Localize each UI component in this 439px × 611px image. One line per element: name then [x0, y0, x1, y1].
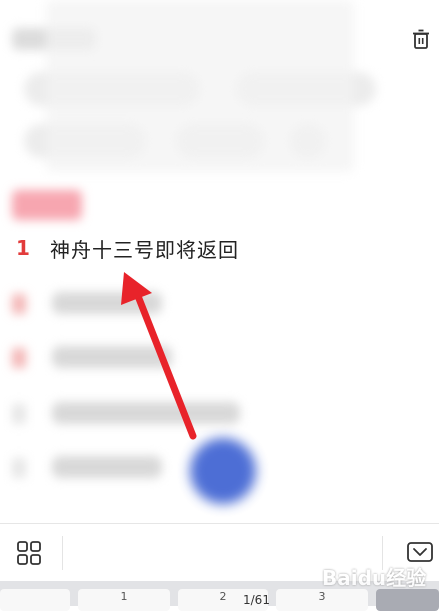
- hot-list-tag: [12, 190, 82, 220]
- watermark-logo: Baidu经验: [322, 566, 427, 590]
- trending-rank: 1: [16, 236, 30, 260]
- trending-title-placeholder: [52, 456, 162, 478]
- key-4[interactable]: 3: [276, 589, 368, 611]
- trending-rank-placeholder: [12, 294, 26, 314]
- trending-title-placeholder: [52, 292, 162, 314]
- trending-item[interactable]: [12, 286, 272, 320]
- trending-title-placeholder: [52, 402, 240, 424]
- trending-rank-placeholder: [12, 458, 26, 478]
- trending-rank-placeholder: [12, 404, 26, 424]
- key-1[interactable]: [0, 589, 70, 611]
- trending-title[interactable]: 神舟十三号即将返回: [50, 234, 239, 263]
- key-action[interactable]: [376, 589, 439, 611]
- toolbar-divider: [62, 536, 63, 570]
- history-overlay-placeholder: [46, 0, 354, 172]
- trash-icon[interactable]: [410, 28, 432, 50]
- trending-rank-placeholder: [12, 348, 26, 368]
- trending-title-placeholder: [52, 346, 172, 368]
- page-indicator: 1/61: [243, 593, 270, 607]
- floating-action-button[interactable]: [190, 438, 256, 504]
- trending-item[interactable]: [12, 396, 272, 430]
- trending-item[interactable]: [12, 340, 272, 374]
- grid-icon[interactable]: [14, 538, 44, 568]
- key-2[interactable]: 1: [78, 589, 170, 611]
